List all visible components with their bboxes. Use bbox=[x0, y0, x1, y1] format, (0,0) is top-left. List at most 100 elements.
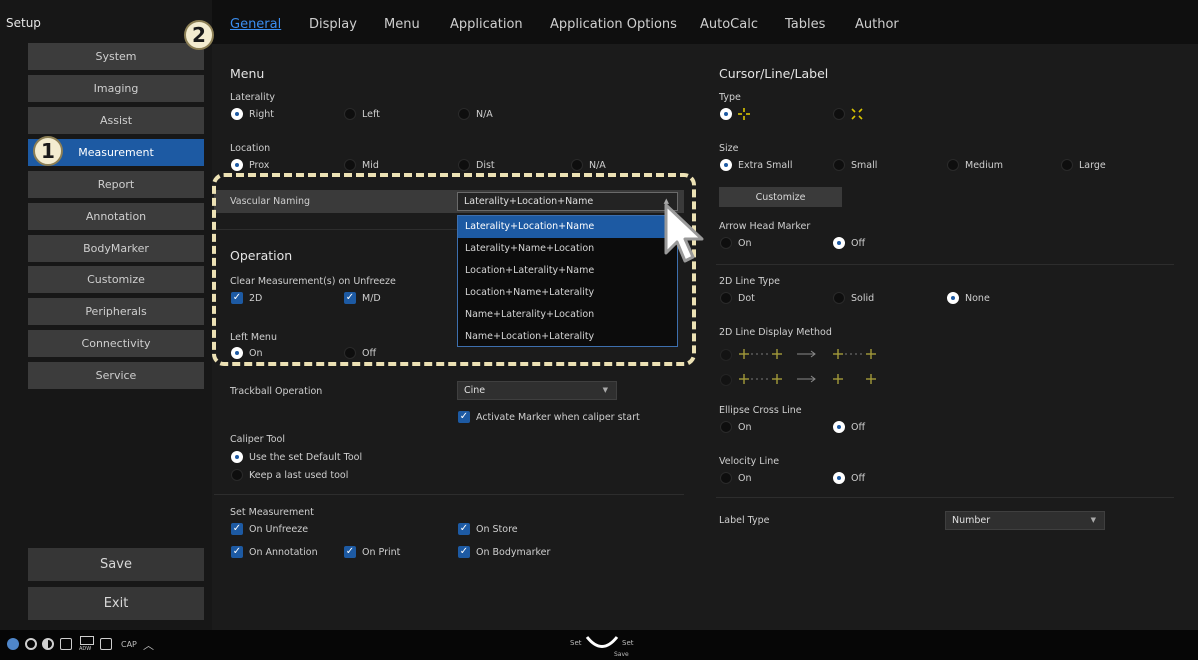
laterality-label: Laterality bbox=[230, 92, 276, 103]
on-unfreeze-checkbox[interactable]: ✓ bbox=[231, 523, 243, 535]
tab-menu[interactable]: Menu bbox=[384, 17, 420, 32]
line-type-none-radio[interactable] bbox=[947, 292, 959, 304]
size-small-label: Small bbox=[851, 160, 878, 171]
user-icon[interactable] bbox=[7, 638, 19, 650]
arrow-head-off-radio[interactable] bbox=[833, 237, 845, 249]
ellipse-cross-line-label: Ellipse Cross Line bbox=[719, 405, 802, 416]
caliper-tool-label: Caliper Tool bbox=[230, 434, 285, 445]
size-extra-small-radio[interactable] bbox=[720, 159, 732, 171]
laterality-right-label: Right bbox=[249, 109, 275, 120]
tab-application[interactable]: Application bbox=[450, 17, 523, 32]
callout-badge-1: 1 bbox=[33, 136, 63, 166]
status-bar: ADW CAP ︿ Set Set Save bbox=[0, 630, 1198, 660]
sidebar-item-bodymarker[interactable]: BodyMarker bbox=[28, 235, 204, 262]
sidebar-item-annotation[interactable]: Annotation bbox=[28, 203, 204, 230]
customize-button[interactable]: Customize bbox=[719, 187, 842, 207]
location-mid-radio[interactable] bbox=[344, 159, 356, 171]
line-display-method-1-icon bbox=[739, 349, 876, 359]
activate-marker-checkbox[interactable]: ✓ bbox=[458, 411, 470, 423]
divider bbox=[716, 497, 1174, 498]
on-print-label: On Print bbox=[362, 547, 401, 558]
velocity-on-label: On bbox=[738, 473, 752, 484]
caliper-default-radio[interactable] bbox=[231, 451, 243, 463]
tab-application-options[interactable]: Application Options bbox=[550, 17, 677, 32]
network-icon[interactable] bbox=[25, 638, 37, 650]
caliper-last-used-radio[interactable] bbox=[231, 469, 243, 481]
on-store-checkbox[interactable]: ✓ bbox=[458, 523, 470, 535]
trackball-operation-select[interactable]: Cine ▼ bbox=[457, 381, 617, 400]
laterality-left-radio[interactable] bbox=[344, 108, 356, 120]
printer-icon[interactable] bbox=[100, 638, 112, 650]
on-bodymarker-checkbox[interactable]: ✓ bbox=[458, 546, 470, 558]
sidebar-item-system[interactable]: System bbox=[28, 43, 204, 70]
sidebar-item-service[interactable]: Service bbox=[28, 362, 204, 389]
tab-tables[interactable]: Tables bbox=[785, 17, 825, 32]
chevron-down-icon: ▼ bbox=[602, 386, 608, 394]
cursor-type-2-radio[interactable] bbox=[833, 108, 845, 120]
line-display-method-2-radio[interactable] bbox=[720, 374, 732, 386]
mouse-pointer-icon bbox=[664, 203, 704, 263]
velocity-on-radio[interactable] bbox=[720, 472, 732, 484]
velocity-off-radio[interactable] bbox=[833, 472, 845, 484]
sidebar-item-connectivity[interactable]: Connectivity bbox=[28, 330, 204, 357]
size-small-radio[interactable] bbox=[833, 159, 845, 171]
line-type-solid-label: Solid bbox=[851, 293, 875, 304]
on-annotation-checkbox[interactable]: ✓ bbox=[231, 546, 243, 558]
divider bbox=[214, 494, 684, 495]
cursor-type-1-radio[interactable] bbox=[720, 108, 732, 120]
highlight-box bbox=[212, 173, 696, 366]
clock-icon[interactable] bbox=[42, 638, 54, 650]
size-medium-radio[interactable] bbox=[947, 159, 959, 171]
arrow-head-on-radio[interactable] bbox=[720, 237, 732, 249]
storage-icon[interactable] bbox=[60, 638, 72, 650]
exit-button[interactable]: Exit bbox=[28, 587, 204, 620]
tab-general[interactable]: General bbox=[230, 17, 281, 32]
ellipse-on-label: On bbox=[738, 422, 752, 433]
set-measurement-label: Set Measurement bbox=[230, 507, 314, 518]
label-type-value: Number bbox=[952, 515, 991, 526]
tab-author[interactable]: Author bbox=[855, 17, 899, 32]
label-type-label: Label Type bbox=[719, 515, 770, 526]
location-na-label: N/A bbox=[589, 160, 606, 171]
setup-title: Setup bbox=[6, 16, 41, 30]
laterality-right-radio[interactable] bbox=[231, 108, 243, 120]
location-na-radio[interactable] bbox=[571, 159, 583, 171]
location-dist-radio[interactable] bbox=[458, 159, 470, 171]
cursor-x-icon bbox=[851, 108, 863, 120]
location-label: Location bbox=[230, 143, 271, 154]
sidebar-item-report[interactable]: Report bbox=[28, 171, 204, 198]
line-type-solid-radio[interactable] bbox=[833, 292, 845, 304]
laterality-na-radio[interactable] bbox=[458, 108, 470, 120]
arrow-head-label: Arrow Head Marker bbox=[719, 221, 811, 232]
tab-bar: General Display Menu Application Applica… bbox=[212, 0, 1198, 44]
trackball-operation-label: Trackball Operation bbox=[230, 386, 323, 397]
sidebar-item-customize[interactable]: Customize bbox=[28, 266, 204, 293]
tab-autocalc[interactable]: AutoCalc bbox=[700, 17, 758, 32]
sidebar-item-peripherals[interactable]: Peripherals bbox=[28, 298, 204, 325]
on-print-checkbox[interactable]: ✓ bbox=[344, 546, 356, 558]
velocity-off-label: Off bbox=[851, 473, 866, 484]
line-display-method-2-icon bbox=[739, 374, 876, 384]
sidebar-item-imaging[interactable]: Imaging bbox=[28, 75, 204, 102]
ellipse-off-radio[interactable] bbox=[833, 421, 845, 433]
caliper-default-label: Use the set Default Tool bbox=[249, 452, 363, 463]
size-large-radio[interactable] bbox=[1061, 159, 1073, 171]
activate-marker-label: Activate Marker when caliper start bbox=[476, 412, 640, 423]
ellipse-on-radio[interactable] bbox=[720, 421, 732, 433]
location-prox-label: Prox bbox=[249, 160, 270, 171]
setup-window: Setup System Imaging Assist Measurement … bbox=[0, 0, 1198, 660]
label-type-select[interactable]: Number ▼ bbox=[945, 511, 1105, 530]
trackball-set-left-label: Set bbox=[570, 639, 582, 647]
line-display-method-1-radio[interactable] bbox=[720, 349, 732, 361]
tab-display[interactable]: Display bbox=[309, 17, 357, 32]
adw-icon[interactable] bbox=[80, 636, 94, 645]
chevron-down-icon: ▼ bbox=[1090, 516, 1096, 524]
line-type-dot-radio[interactable] bbox=[720, 292, 732, 304]
save-button[interactable]: Save bbox=[28, 548, 204, 581]
line-type-dot-label: Dot bbox=[738, 293, 755, 304]
sidebar-item-assist[interactable]: Assist bbox=[28, 107, 204, 134]
chevron-up-icon[interactable]: ︿ bbox=[143, 637, 154, 653]
arrow-head-off-label: Off bbox=[851, 238, 866, 249]
trackball-set-right-label: Set bbox=[622, 639, 634, 647]
location-prox-radio[interactable] bbox=[231, 159, 243, 171]
